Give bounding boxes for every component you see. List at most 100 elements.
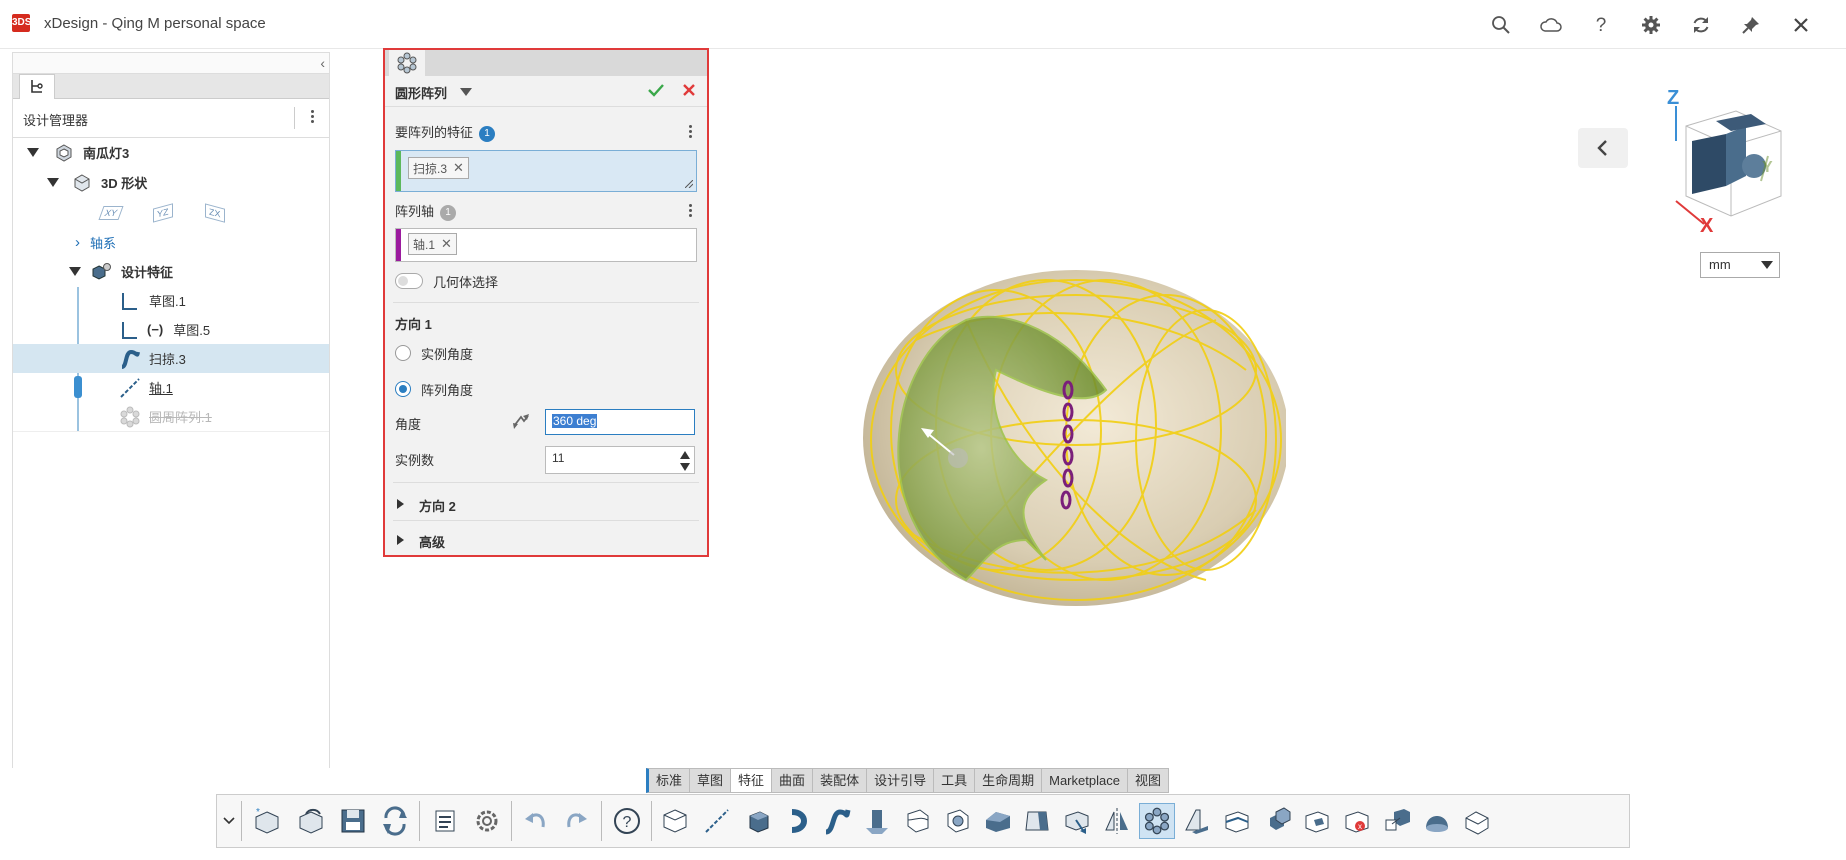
tab-features[interactable]: 特征 xyxy=(730,768,772,793)
angle-input[interactable]: 360 deg xyxy=(545,409,695,435)
tree-item-root[interactable]: 南瓜灯3 xyxy=(13,138,329,167)
open-icon[interactable] xyxy=(293,803,329,839)
tab-surface[interactable]: 曲面 xyxy=(771,768,813,793)
mirror-icon[interactable] xyxy=(1099,803,1135,839)
resize-handle-icon[interactable] xyxy=(685,180,693,188)
expand-arrow-icon[interactable] xyxy=(397,535,404,545)
move-face-icon[interactable] xyxy=(1059,803,1095,839)
scale-icon[interactable] xyxy=(1299,803,1335,839)
geometry-selection-toggle[interactable] xyxy=(395,273,423,289)
draft-icon[interactable] xyxy=(1019,803,1055,839)
tab-standard[interactable]: 标准 xyxy=(646,768,690,793)
svg-text:?: ? xyxy=(1596,15,1607,35)
extrude-icon[interactable] xyxy=(739,803,775,839)
expand-arrow-icon[interactable] xyxy=(397,499,404,509)
tab-marketplace[interactable]: Marketplace xyxy=(1041,768,1127,793)
remove-chip-icon[interactable]: ✕ xyxy=(441,236,452,252)
tree-item-sketch-5[interactable]: (−) 草图.5 xyxy=(13,315,329,344)
feature-type-dropdown-icon[interactable] xyxy=(460,88,472,96)
expand-right-panel-button[interactable] xyxy=(1578,128,1628,168)
sweep-icon[interactable] xyxy=(819,803,855,839)
advanced-section[interactable]: 高级 xyxy=(395,528,695,552)
tab-design-tree[interactable] xyxy=(19,74,55,99)
tree-item-design-features[interactable]: 设计特征 xyxy=(13,257,329,286)
remove-chip-icon[interactable]: ✕ xyxy=(453,160,464,176)
dome-icon[interactable] xyxy=(1419,803,1455,839)
chevron-right-icon[interactable]: › xyxy=(75,234,80,251)
plane-yz-icon[interactable]: YZ xyxy=(153,202,173,223)
feature-chip[interactable]: 扫掠.3 ✕ xyxy=(408,157,469,179)
save-icon[interactable] xyxy=(335,803,371,839)
boss-icon[interactable] xyxy=(859,803,895,839)
cancel-x-icon[interactable] xyxy=(681,82,697,101)
tab-sketch[interactable]: 草图 xyxy=(689,768,731,793)
circular-pattern-tool-icon[interactable] xyxy=(1139,803,1175,839)
tab-circular-pattern[interactable] xyxy=(389,50,425,76)
more-options-icon[interactable] xyxy=(689,202,693,219)
plane-xy-icon[interactable]: XY xyxy=(98,205,124,220)
units-dropdown[interactable]: mm xyxy=(1700,252,1780,278)
more-options-icon[interactable] xyxy=(689,123,693,140)
reverse-direction-icon[interactable] xyxy=(511,412,531,435)
tab-assembly[interactable]: 装配体 xyxy=(812,768,867,793)
split-icon[interactable] xyxy=(1219,803,1255,839)
undo-icon[interactable] xyxy=(517,803,553,839)
pin-icon[interactable] xyxy=(1726,12,1776,38)
new-part-icon[interactable]: * xyxy=(249,803,285,839)
delete-body-icon[interactable]: x xyxy=(1339,803,1375,839)
move-copy-icon[interactable] xyxy=(1379,803,1415,839)
tree-item-sketch-1[interactable]: 草图.1 xyxy=(13,286,329,315)
search-icon[interactable] xyxy=(1476,12,1526,38)
toolbar-collapse-icon[interactable] xyxy=(219,803,239,839)
tree-item-sweep-3[interactable]: 扫掠.3 xyxy=(13,344,329,373)
more-options-icon[interactable] xyxy=(311,108,315,125)
rebuild-icon[interactable] xyxy=(377,803,413,839)
tree-item-circular-pattern[interactable]: 圆周阵列.1 xyxy=(13,402,329,431)
cloud-icon[interactable] xyxy=(1526,12,1576,38)
box-icon[interactable] xyxy=(657,803,693,839)
collapse-panel-chevron-icon[interactable]: ‹ xyxy=(320,55,325,71)
chamfer-icon[interactable] xyxy=(979,803,1015,839)
revolve-icon[interactable] xyxy=(779,803,815,839)
expand-arrow-icon[interactable] xyxy=(47,178,59,187)
tree-item-axis-1[interactable]: 轴.1 xyxy=(13,373,329,402)
expand-arrow-icon[interactable] xyxy=(27,148,39,157)
tree-item-3d-shape[interactable]: 3D 形状 xyxy=(13,168,329,197)
tree-item-axis-system[interactable]: › 轴系 xyxy=(13,228,329,257)
close-icon[interactable] xyxy=(1776,12,1826,38)
axis-selection-box[interactable]: 轴.1 ✕ xyxy=(395,228,697,262)
direction-2-section[interactable]: 方向 2 xyxy=(395,492,695,516)
redo-icon[interactable] xyxy=(559,803,595,839)
settings-gear-icon[interactable] xyxy=(1626,12,1676,38)
options-gear-icon[interactable] xyxy=(469,803,505,839)
help-icon[interactable]: ? xyxy=(1576,12,1626,38)
direction-2-heading: 方向 2 xyxy=(419,499,456,514)
manipulator-handle[interactable] xyxy=(948,448,968,468)
plane-zx-icon[interactable]: ZX xyxy=(204,202,225,223)
rib-icon[interactable] xyxy=(1179,803,1215,839)
shell-icon[interactable] xyxy=(939,803,975,839)
properties-icon[interactable] xyxy=(427,803,463,839)
expand-arrow-icon[interactable] xyxy=(69,267,81,276)
instance-angle-radio[interactable] xyxy=(395,345,411,361)
refresh-icon[interactable] xyxy=(1676,12,1726,38)
stepper-down-icon[interactable] xyxy=(679,461,691,475)
tab-design-guidance[interactable]: 设计引导 xyxy=(866,768,934,793)
pm-title-bar: 圆形阵列 xyxy=(385,76,707,107)
view-cube[interactable]: Z X Y xyxy=(1656,86,1796,237)
instances-count-input[interactable]: 11 xyxy=(545,446,695,474)
features-selection-box[interactable]: 扫掠.3 ✕ xyxy=(395,150,697,192)
axis-chip[interactable]: 轴.1 ✕ xyxy=(408,233,457,255)
fillet-icon[interactable] xyxy=(899,803,935,839)
ok-check-icon[interactable] xyxy=(647,82,665,101)
app-logo: 3DS xyxy=(12,14,31,32)
tab-lifecycle[interactable]: 生命周期 xyxy=(974,768,1042,793)
array-angle-radio[interactable] xyxy=(395,381,411,397)
tab-view[interactable]: 视图 xyxy=(1126,768,1169,793)
combine-icon[interactable] xyxy=(1259,803,1295,839)
3d-model-viewport[interactable] xyxy=(846,260,1289,630)
tab-tools[interactable]: 工具 xyxy=(933,768,975,793)
line-icon[interactable] xyxy=(699,803,735,839)
help-circle-icon[interactable]: ? xyxy=(609,803,645,839)
thicken-icon[interactable] xyxy=(1459,803,1495,839)
